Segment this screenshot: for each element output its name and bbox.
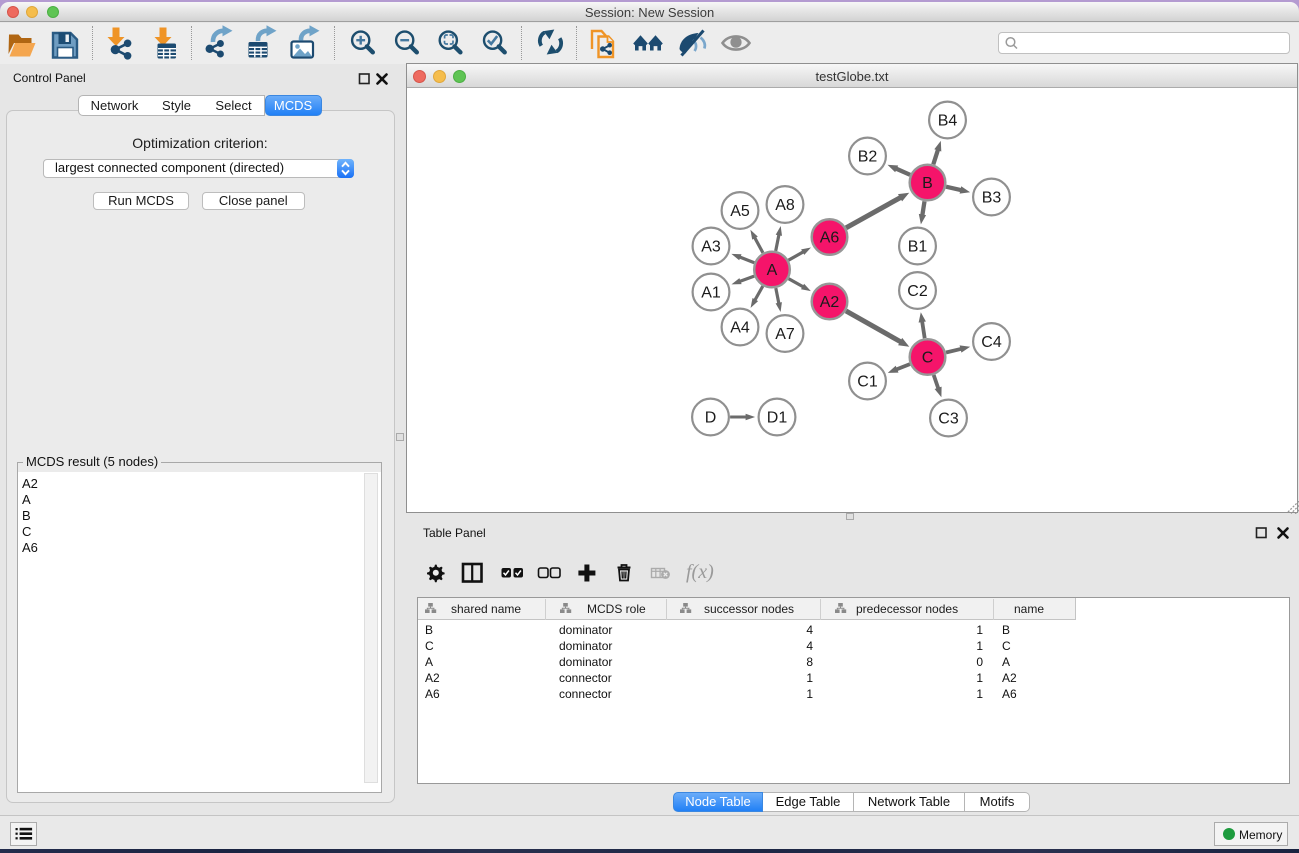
svg-text:D1: D1 <box>767 410 788 427</box>
svg-text:C: C <box>922 350 934 367</box>
svg-text:A8: A8 <box>775 197 795 214</box>
svg-text:B3: B3 <box>982 190 1002 207</box>
svg-text:B1: B1 <box>908 239 928 256</box>
svg-text:A3: A3 <box>701 239 721 256</box>
svg-text:A6: A6 <box>820 230 840 247</box>
svg-text:A7: A7 <box>775 326 795 343</box>
svg-text:A4: A4 <box>730 320 750 337</box>
svg-text:D: D <box>705 410 717 427</box>
svg-text:B2: B2 <box>858 149 878 166</box>
svg-text:C1: C1 <box>857 374 878 391</box>
svg-text:C2: C2 <box>907 283 928 300</box>
svg-text:A: A <box>767 262 778 279</box>
svg-text:A5: A5 <box>730 203 750 220</box>
svg-text:C3: C3 <box>938 411 959 428</box>
svg-text:B: B <box>922 175 933 192</box>
svg-text:B4: B4 <box>938 113 958 130</box>
svg-text:C4: C4 <box>981 334 1002 351</box>
svg-text:A1: A1 <box>701 285 721 302</box>
svg-text:f(x): f(x) <box>686 561 714 583</box>
svg-text:A2: A2 <box>820 294 840 311</box>
